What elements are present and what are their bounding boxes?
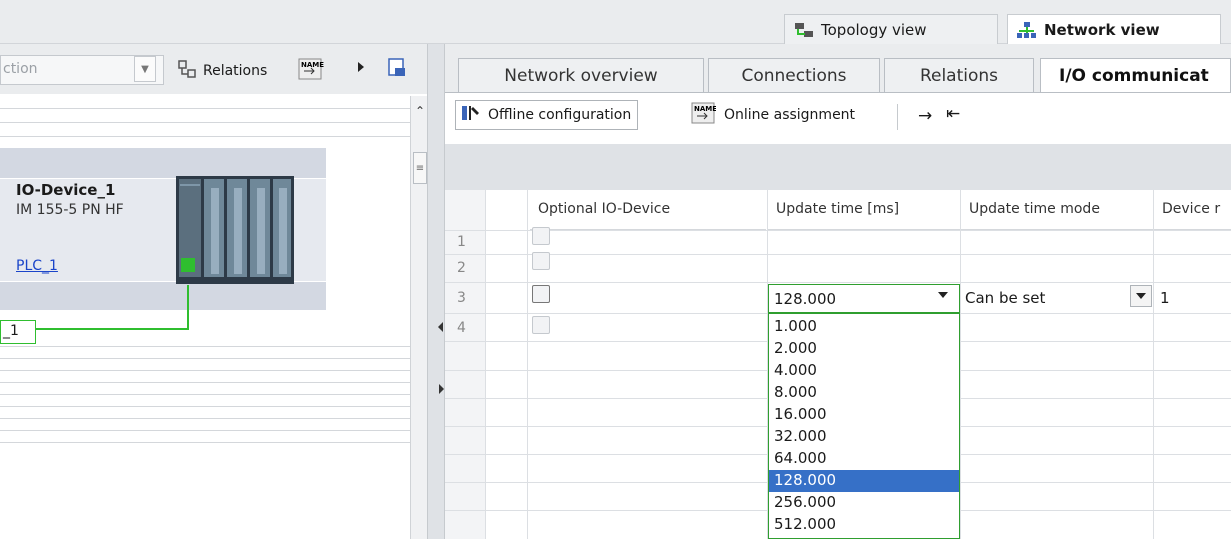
dropdown-option[interactable]: 4.000 (769, 360, 959, 382)
device-name: IO-Device_1 (16, 181, 116, 199)
online-assign-icon: NAME (690, 101, 717, 129)
offline-configuration-label: Offline configuration (488, 107, 632, 123)
optional-io-device-checkbox[interactable] (532, 252, 550, 270)
update-time-mode-select[interactable]: Can be set (960, 284, 1154, 313)
network-icon (1016, 21, 1038, 39)
table-header-band (445, 144, 1231, 190)
column-divider (1153, 190, 1154, 539)
column-divider (527, 190, 528, 539)
chevron-down-icon (1136, 293, 1146, 299)
row-divider (445, 254, 1231, 255)
row-number[interactable]: 2 (445, 256, 485, 280)
grid-line (0, 370, 410, 371)
grid-line (0, 346, 410, 347)
tab-network-overview[interactable]: Network overview (458, 58, 704, 92)
online-assignment-label: Online assignment (724, 107, 856, 123)
svg-text:NAME: NAME (694, 105, 716, 113)
relations-button[interactable]: Relations (177, 58, 267, 84)
mode-dropdown-button[interactable] (1130, 285, 1152, 307)
subnet-label[interactable]: _1 (0, 320, 36, 344)
grid-line (0, 122, 410, 123)
export-icon[interactable] (386, 56, 408, 84)
dropdown-option[interactable]: 2.000 (769, 338, 959, 360)
name-assign-icon[interactable]: NAME (296, 56, 326, 86)
dropdown-option[interactable]: 1.000 (769, 316, 959, 338)
row-divider (445, 230, 1231, 231)
plc-link[interactable]: PLC_1 (16, 258, 58, 274)
dropdown-option[interactable]: 256.000 (769, 492, 959, 514)
row-divider (445, 282, 1231, 283)
grid-line (0, 394, 410, 395)
header-update-time-mode[interactable]: Update time mode (961, 190, 1153, 230)
device-type: IM 155-5 PN HF (16, 202, 124, 218)
dropdown-option[interactable]: 512.000 (769, 514, 959, 536)
tab-io-communication[interactable]: I/O communicat (1040, 58, 1231, 92)
arrow-right-icon[interactable]: → (918, 106, 932, 126)
svg-text:NAME: NAME (301, 61, 324, 69)
header-optional-io-device[interactable]: Optional IO-Device (530, 190, 766, 230)
grid-line (0, 108, 410, 109)
grid-line (0, 136, 410, 137)
dropdown-option[interactable]: 32.000 (769, 426, 959, 448)
grid-line (0, 406, 410, 407)
row-number[interactable]: 4 (445, 316, 485, 340)
column-divider (485, 190, 486, 539)
tab-relations[interactable]: Relations (884, 58, 1034, 92)
combo-dropdown-button[interactable]: ▼ (134, 56, 156, 82)
scroll-thumb-icon[interactable]: ≡ (413, 152, 427, 184)
dropdown-option-selected[interactable]: 128.000 (769, 470, 959, 492)
optional-io-device-checkbox[interactable] (532, 316, 550, 334)
device-number-cell[interactable]: 1 (1160, 289, 1170, 307)
offline-config-icon (460, 103, 482, 127)
scroll-up-icon[interactable]: ⌃ (413, 96, 427, 126)
tab-connections[interactable]: Connections (708, 58, 880, 92)
dropdown-option[interactable]: 64.000 (769, 448, 959, 470)
arrow-left-bar-icon[interactable]: ⇤ (946, 104, 960, 124)
dropdown-option[interactable]: 8.000 (769, 382, 959, 404)
chevron-down-icon[interactable] (938, 292, 948, 298)
grid-line (0, 418, 410, 419)
optional-io-device-checkbox[interactable] (532, 227, 550, 245)
grid-line (0, 382, 410, 383)
toolbar-separator (897, 104, 898, 130)
offline-configuration-button[interactable]: Offline configuration (455, 100, 639, 130)
toolbar-more-arrow-icon[interactable] (358, 62, 364, 72)
grid-line (0, 430, 410, 431)
network-view-label: Network view (1044, 20, 1160, 39)
online-assignment-button[interactable]: NAME Online assignment (690, 100, 855, 130)
header-device-number[interactable]: Device r (1154, 190, 1231, 230)
topology-view-tab[interactable]: Topology view (784, 14, 998, 44)
network-line-vertical (187, 285, 189, 329)
split-divider[interactable] (427, 44, 445, 539)
expand-right-icon[interactable] (439, 384, 444, 394)
topology-view-label: Topology view (821, 20, 927, 39)
collapse-left-icon[interactable] (438, 322, 443, 332)
update-time-dropdown-list: 1.000 2.000 4.000 8.000 16.000 32.000 64… (768, 313, 960, 539)
network-view-tab[interactable]: Network view (1007, 14, 1221, 44)
row-number[interactable]: 1 (445, 230, 485, 254)
row-number[interactable]: 3 (445, 286, 485, 310)
relations-label: Relations (203, 63, 268, 79)
network-line-horizontal (34, 328, 189, 330)
device-module-icon[interactable] (176, 174, 296, 290)
column-divider (960, 190, 961, 539)
grid-line (0, 358, 410, 359)
relations-icon (177, 59, 197, 83)
header-update-time[interactable]: Update time [ms] (768, 190, 960, 230)
topology-icon (793, 21, 815, 39)
update-time-select[interactable]: 128.000 (768, 284, 960, 313)
optional-io-device-checkbox[interactable] (532, 285, 550, 303)
dropdown-option[interactable]: 16.000 (769, 404, 959, 426)
grid-line (0, 442, 410, 443)
